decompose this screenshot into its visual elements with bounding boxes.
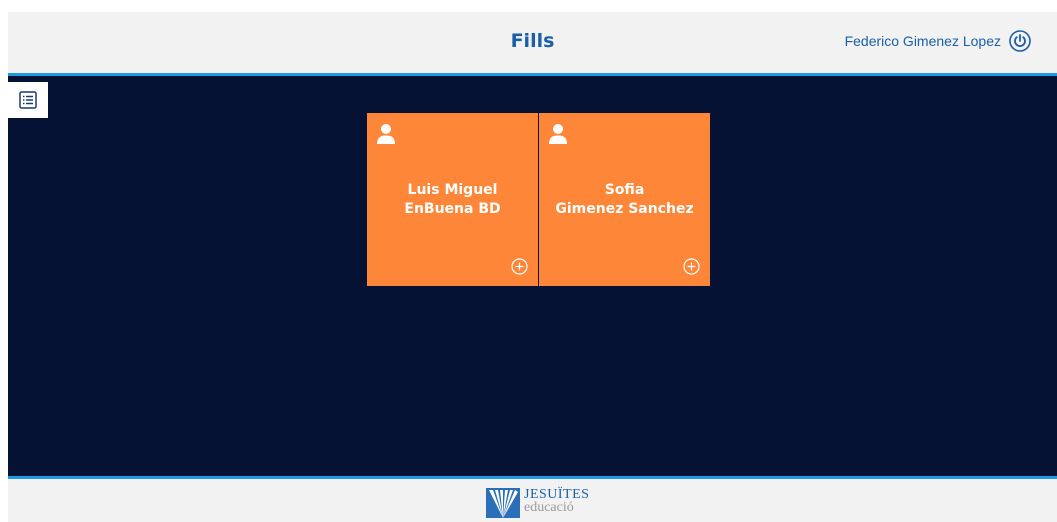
plus-circle-icon[interactable] (511, 258, 528, 275)
child-first-name: Sofia (604, 182, 645, 198)
header-bar: Fills Federico Gimenez Lopez (8, 12, 1057, 76)
child-last-name: EnBuena BD (404, 201, 501, 217)
person-icon (377, 124, 395, 144)
footer-bar: JESUÏTES educació (8, 476, 1057, 522)
power-icon (1009, 30, 1031, 52)
app-window: Fills Federico Gimenez Lopez Luis Miguel… (0, 0, 1057, 522)
child-name: Luis Miguel EnBuena BD (367, 181, 538, 219)
child-name: Sofia Gimenez Sanchez (539, 181, 710, 219)
logout-button[interactable] (1009, 30, 1031, 52)
child-last-name: Gimenez Sanchez (555, 201, 694, 217)
user-area: Federico Gimenez Lopez (845, 30, 1031, 52)
logo-text: JESUÏTES educació (524, 488, 589, 515)
child-first-name: Luis Miguel (407, 182, 498, 198)
children-cards: Luis Miguel EnBuena BD Sofia Gimenez San… (367, 113, 710, 286)
list-view-button[interactable] (8, 82, 48, 118)
child-card[interactable]: Sofia Gimenez Sanchez (539, 113, 710, 286)
person-icon (549, 124, 567, 144)
jesuites-logo: JESUÏTES educació (486, 488, 589, 518)
logo-sub-text: educació (524, 500, 574, 515)
plus-circle-icon[interactable] (683, 258, 700, 275)
user-name[interactable]: Federico Gimenez Lopez (845, 33, 1001, 49)
child-card[interactable]: Luis Miguel EnBuena BD (367, 113, 538, 286)
sunburst-logo-icon (486, 488, 520, 518)
list-icon (19, 91, 37, 109)
main-content: Luis Miguel EnBuena BD Sofia Gimenez San… (8, 76, 1057, 476)
